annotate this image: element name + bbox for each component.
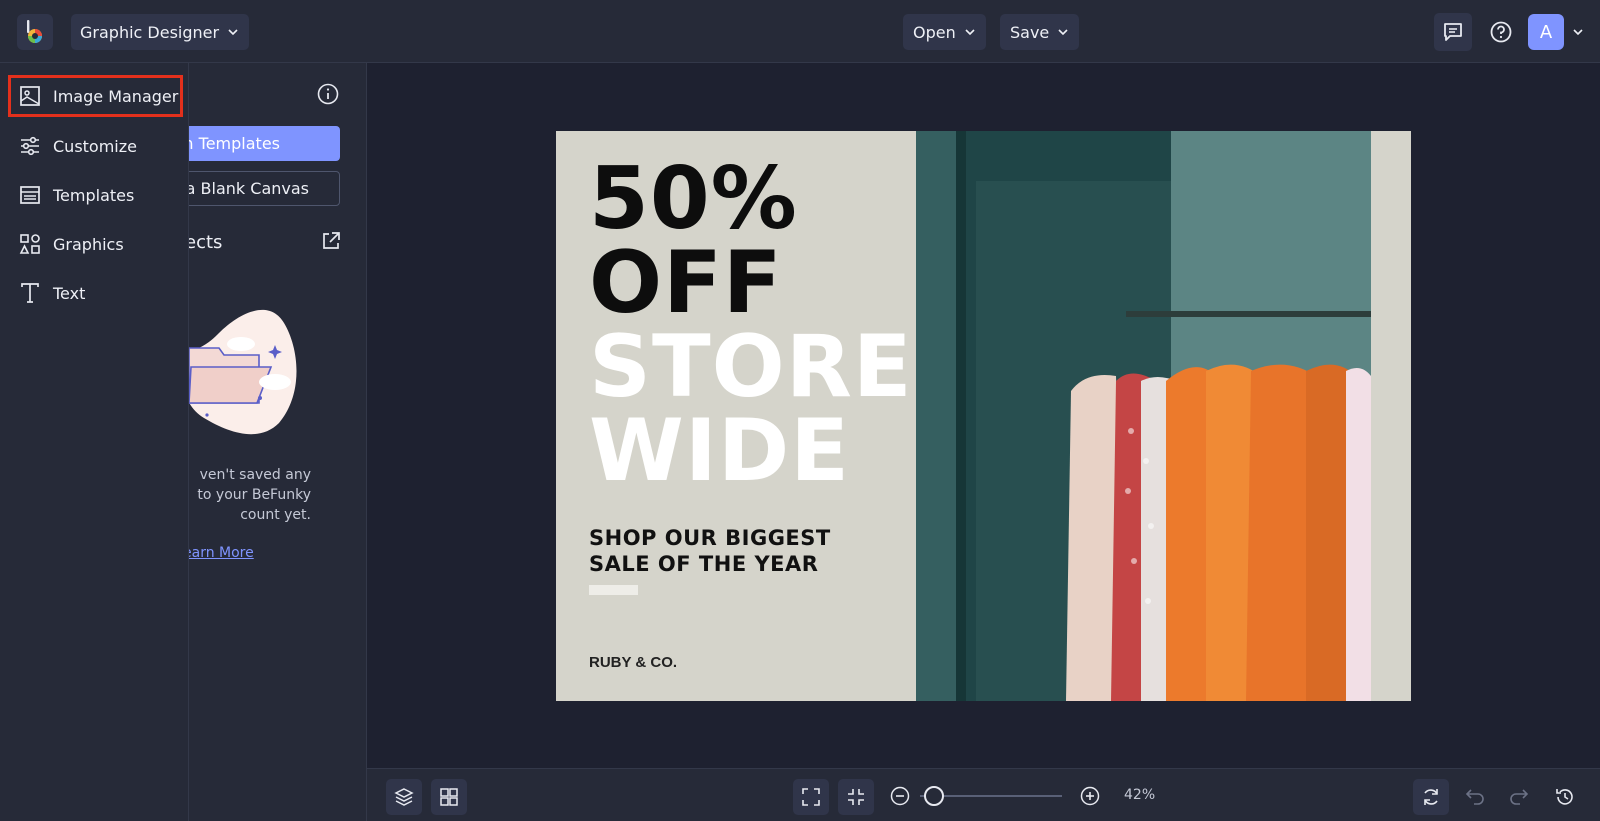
nav-label: Image Manager xyxy=(53,86,179,106)
zoom-slider-handle[interactable] xyxy=(924,786,944,806)
comments-button[interactable] xyxy=(1434,13,1472,51)
nav-item-customize[interactable]: Customize xyxy=(8,125,183,167)
chevron-down-icon xyxy=(228,29,238,36)
save-label: Save xyxy=(1010,22,1050,42)
headline[interactable]: 50% OFF STORE WIDE xyxy=(589,149,913,501)
chevron-down-icon xyxy=(965,29,975,36)
accent-bar[interactable] xyxy=(589,585,638,595)
headline-line-1: 50% xyxy=(589,149,798,249)
headline-line-2: OFF xyxy=(589,233,783,333)
zoom-out-icon[interactable] xyxy=(890,786,910,806)
chevron-down-icon xyxy=(1058,29,1068,36)
design-canvas[interactable]: 50% OFF STORE WIDE SHOP OUR BIGGEST SALE… xyxy=(556,131,1411,701)
empty-line: ven't saved any xyxy=(199,467,311,483)
empty-folder-illustration xyxy=(189,309,297,435)
top-bar: Graphic Designer Open Save A xyxy=(0,0,1600,63)
zoom-in-icon[interactable] xyxy=(1080,786,1100,806)
help-icon xyxy=(1490,21,1512,43)
history-icon xyxy=(1556,789,1573,805)
save-button[interactable]: Save xyxy=(1000,14,1080,50)
template-icon xyxy=(20,186,40,204)
headline-line-4: WIDE xyxy=(589,401,850,501)
image-manager-panel: th Templates n a Blank Canvas ects ven't… xyxy=(189,63,367,821)
grid-icon xyxy=(440,788,458,806)
empty-line: to your BeFunky xyxy=(197,487,311,503)
subheadline[interactable]: SHOP OUR BIGGEST SALE OF THE YEAR xyxy=(589,525,831,577)
layers-icon xyxy=(394,788,414,806)
grid-button[interactable] xyxy=(431,779,467,815)
actual-size-icon xyxy=(848,789,864,805)
start-with-templates-button[interactable]: th Templates xyxy=(189,126,340,161)
nav-item-text[interactable]: Text xyxy=(8,272,183,314)
sliders-icon xyxy=(21,136,39,156)
zoom-level: 42% xyxy=(1124,787,1156,803)
empty-projects-message: ven't saved any to your BeFunky count ye… xyxy=(189,465,311,525)
chevron-down-icon[interactable] xyxy=(1572,26,1584,38)
refresh-button[interactable] xyxy=(1413,779,1449,815)
undo-icon[interactable] xyxy=(1464,786,1486,806)
nav-label: Customize xyxy=(53,136,137,156)
user-avatar[interactable]: A xyxy=(1528,14,1564,50)
comments-icon xyxy=(1444,23,1462,41)
subheadline-line-1: SHOP OUR BIGGEST xyxy=(589,526,831,550)
nav-label: Graphics xyxy=(53,234,124,254)
image-icon xyxy=(20,86,40,106)
fit-screen-button[interactable] xyxy=(793,779,829,815)
befunky-logo-icon[interactable] xyxy=(17,14,53,50)
fit-screen-icon xyxy=(802,788,820,806)
subheadline-line-2: SALE OF THE YEAR xyxy=(589,552,819,576)
learn-more-link[interactable]: earn More xyxy=(189,545,254,561)
nav-item-templates[interactable]: Templates xyxy=(8,174,183,216)
left-nav: Image Manager Customize Templates Graphi… xyxy=(0,63,189,821)
open-button[interactable]: Open xyxy=(903,14,986,50)
blank-canvas-button[interactable]: n a Blank Canvas xyxy=(189,171,340,206)
nav-item-graphics[interactable]: Graphics xyxy=(8,223,183,265)
info-icon[interactable] xyxy=(317,83,339,105)
redo-icon[interactable] xyxy=(1508,786,1530,806)
refresh-icon xyxy=(1424,789,1438,805)
nav-label: Templates xyxy=(53,185,135,205)
help-button[interactable] xyxy=(1482,13,1520,51)
canvas-area[interactable]: 50% OFF STORE WIDE SHOP OUR BIGGEST SALE… xyxy=(367,63,1600,768)
bottom-toolbar: 42% xyxy=(367,768,1600,821)
actual-size-button[interactable] xyxy=(838,779,874,815)
open-label: Open xyxy=(913,22,956,42)
app-switcher-dropdown[interactable]: Graphic Designer xyxy=(71,14,250,50)
app-name: Graphic Designer xyxy=(80,22,220,42)
clothing-rack-photo[interactable] xyxy=(916,131,1411,701)
history-button[interactable] xyxy=(1547,779,1583,815)
empty-line: count yet. xyxy=(240,507,311,523)
nav-label: Text xyxy=(53,283,86,303)
nav-item-image-manager[interactable]: Image Manager xyxy=(8,75,183,117)
external-link-icon[interactable] xyxy=(321,231,341,251)
headline-line-3: STORE xyxy=(589,317,913,417)
shapes-icon xyxy=(19,234,40,254)
brand-name[interactable]: RUBY & CO. xyxy=(589,654,677,671)
projects-heading: ects xyxy=(189,232,223,253)
layers-button[interactable] xyxy=(386,779,422,815)
text-icon xyxy=(21,283,39,303)
